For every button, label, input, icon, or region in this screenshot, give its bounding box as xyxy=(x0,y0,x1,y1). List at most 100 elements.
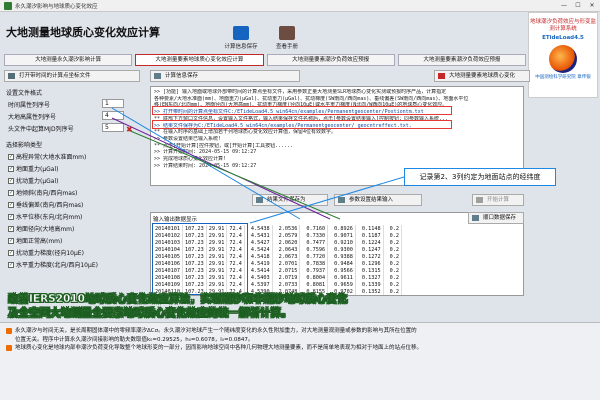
close-icon[interactable]: ✕ xyxy=(586,1,598,10)
table-row: 20140101 107.23 29.91 72.4 4.5438 2.0536 0.716… xyxy=(153,225,403,232)
check-gravity[interactable]: ✓ 地面重力(μGal) xyxy=(8,164,59,173)
table-cell: 29.91 xyxy=(206,281,228,288)
save-icon xyxy=(154,73,161,79)
tab-permanent-tide[interactable]: 大地测量永久潮汐影响计算 xyxy=(4,54,133,66)
table-cell: 2.0620 xyxy=(272,239,301,246)
table-cell: 0.9388 xyxy=(327,253,356,260)
table-cell: 20140102 xyxy=(153,232,183,239)
check-disturb-gravity[interactable]: ✓ 扰动重力(μGal) xyxy=(8,176,59,185)
check-gradient-radial[interactable]: ✓ 扰动重力梯度(径向10μE) xyxy=(8,248,84,257)
table-cell: 0.9566 xyxy=(327,267,356,274)
table-cell: 29.91 xyxy=(206,239,228,246)
page-title: 大地测量地球质心变化效应计算 xyxy=(6,26,160,39)
params-input-button[interactable]: 参数设置结果输入 xyxy=(334,194,422,206)
check-radial[interactable]: ✓ 地面径向(大地高mm) xyxy=(8,224,74,233)
table-cell: 29.91 xyxy=(206,225,228,232)
table-cell: 0.7838 xyxy=(299,260,329,267)
table-cell: 0.2 xyxy=(383,225,403,232)
table-cell: 107.23 xyxy=(182,267,207,274)
type-section-title: 选择影响类型 xyxy=(6,142,43,149)
table-cell: 4.5414 xyxy=(244,267,273,274)
help-button[interactable]: 查看手册 xyxy=(266,16,308,50)
header-col-label: 头文件中起算MJD列序号 xyxy=(8,126,74,133)
table-cell: 29.91 xyxy=(206,274,228,281)
check-height-anomaly[interactable]: ✓ 高程异常(大地水准面mm) xyxy=(8,152,86,161)
table-cell: 29.91 xyxy=(206,267,228,274)
open-params-button[interactable]: 大地测量要素地球质心变化 xyxy=(434,70,530,82)
check-normal-height[interactable]: ✓ 地面正常高(mm) xyxy=(8,236,62,245)
tab-bar: 大地测量永久潮汐影响计算 大地测量要素地球质心变化效应计算 大地测量要素潮汐负荷… xyxy=(4,54,526,66)
time-col-label: 时间属性列序号 xyxy=(8,102,51,109)
data-grid: 输入输出数据显示 20140101 107.23 29.91 72.4 4.5438 2.… xyxy=(150,212,524,296)
start-compute-button[interactable]: 开始计算 xyxy=(472,194,524,206)
table-cell: 107.23 xyxy=(182,274,207,281)
maximize-icon[interactable]: ☐ xyxy=(572,1,584,10)
table-cell: 0.2 xyxy=(383,253,403,260)
table-cell: 2.0733 xyxy=(272,281,301,288)
table-cell: 0.1247 xyxy=(355,246,384,253)
check-horizontal-disp[interactable]: ✓ 水平位移(东向/北向mm) xyxy=(8,212,82,221)
globe-icon xyxy=(549,45,577,73)
warning-icon xyxy=(6,345,12,351)
check-gradient-horizontal[interactable]: ✓ 水平重力梯度(北向/西向10μE) xyxy=(8,260,98,269)
header-col-input[interactable]: 5 xyxy=(102,123,124,132)
table-cell: 0.2 xyxy=(383,239,403,246)
table-cell: 2.0536 xyxy=(272,225,301,232)
minimize-icon[interactable]: — xyxy=(558,1,570,10)
data-table: 20140101 107.23 29.91 72.4 4.5438 2.0536 0.716… xyxy=(153,225,403,295)
window-controls: — ☐ ✕ xyxy=(558,1,598,10)
table-cell: 0.2 xyxy=(383,274,403,281)
table-cell: 4.5403 xyxy=(244,274,273,281)
save-icon xyxy=(233,26,249,40)
table-cell: 72.4 xyxy=(226,253,245,260)
height-col-input[interactable]: 4 xyxy=(102,111,124,120)
table-cell: 2.0715 xyxy=(272,267,301,274)
table-cell: 0.9611 xyxy=(327,274,356,281)
table-cell: 0.7720 xyxy=(299,253,329,260)
table-cell: 2.0579 xyxy=(272,232,301,239)
table-cell: 0.2 xyxy=(383,246,403,253)
time-col-input[interactable]: 1 xyxy=(102,99,124,108)
save-info-button[interactable]: 计算信息保存 xyxy=(220,16,262,50)
window-titlebar: 永久潮汐影响与地球质心变化效应 — ☐ ✕ xyxy=(0,0,600,12)
table-cell: 0.9659 xyxy=(327,281,356,288)
table-cell: 0.8004 xyxy=(299,274,329,281)
table-cell: 20140108 xyxy=(153,274,183,281)
table-cell: 20140103 xyxy=(153,239,183,246)
book-icon xyxy=(279,26,295,40)
callout-annotation: 记录第2、3列约定为地面站点的经纬度 xyxy=(404,168,556,186)
tab-load-forecast[interactable]: 大地测量要素潮汐负荷效应预报 xyxy=(266,54,395,66)
table-cell: 0.8081 xyxy=(299,281,329,288)
save-icon xyxy=(472,215,479,221)
table-cell: 4.5424 xyxy=(244,246,273,253)
table-cell: 0.1296 xyxy=(355,260,384,267)
tab-geocenter[interactable]: 大地测量要素地球质心变化效应计算 xyxy=(135,54,264,66)
table-row: 20140105 107.23 29.91 72.4 4.5418 2.0673 0.772… xyxy=(153,253,403,260)
table-cell: 0.2 xyxy=(383,260,403,267)
table-cell: 0.9210 xyxy=(327,239,356,246)
table-cell: 29.91 xyxy=(206,253,228,260)
table-cell: 0.2 xyxy=(383,267,403,274)
table-cell: 107.23 xyxy=(182,260,207,267)
table-cell: 72.4 xyxy=(226,260,245,267)
exit-data-button[interactable]: 顺口数据保存 xyxy=(468,212,524,224)
open-file-button[interactable]: 打开带时间的计算点坐标文件 xyxy=(4,70,140,82)
save-result-button[interactable]: 结果文件保存为 xyxy=(252,194,328,206)
table-cell: 2.0673 xyxy=(272,253,301,260)
table-row: 20140108 107.23 29.91 72.4 4.5403 2.0719 0.800… xyxy=(153,274,403,281)
feature-banner: 改善IERS2010地球质心变化效应算法，实现潮汐和非潮汐地球质心变化 及全空间… xyxy=(8,293,348,319)
table-cell: 72.4 xyxy=(226,281,245,288)
play-icon xyxy=(476,197,483,203)
table-row: 20140103 107.23 29.91 72.4 4.5427 2.0620 0.747… xyxy=(153,239,403,246)
table-cell: 0.1315 xyxy=(355,267,384,274)
save-log-button[interactable]: 计算信息保存 xyxy=(150,70,300,82)
table-cell: 72.4 xyxy=(226,267,245,274)
tab-load-forecast-2[interactable]: 大地测量要素潮汐负荷效应预报 xyxy=(397,54,526,66)
check-deflection[interactable]: ✓ 垂线偏差(南向/西向mas) xyxy=(8,200,83,209)
table-cell: 0.1187 xyxy=(355,232,384,239)
height-col-label: 大地高属性列序号 xyxy=(8,114,57,121)
table-row: 20140104 107.23 29.91 72.4 4.5424 2.0643 0.759… xyxy=(153,246,403,253)
settings-icon xyxy=(338,197,345,203)
check-tilt[interactable]: ✓ 地倾斜(南向/西向mas) xyxy=(8,188,77,197)
table-cell: 72.4 xyxy=(226,232,245,239)
